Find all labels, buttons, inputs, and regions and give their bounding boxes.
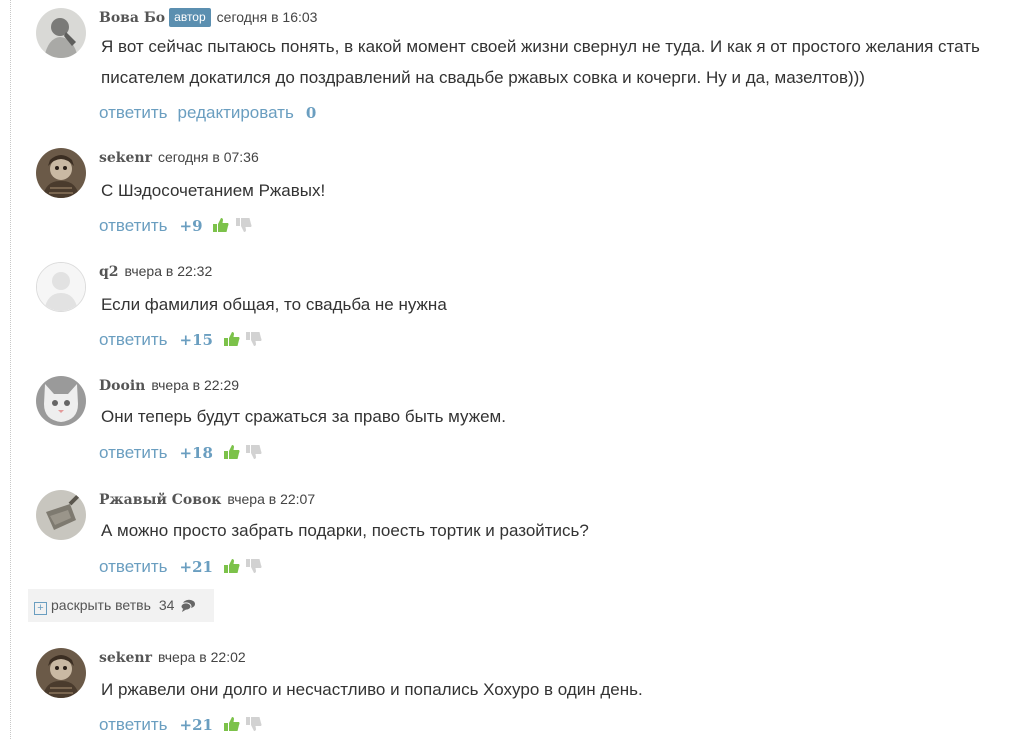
expand-thread-label: раскрыть ветвь <box>51 597 151 613</box>
edit-link[interactable]: редактировать <box>178 103 294 122</box>
reply-link[interactable]: ответить <box>99 330 168 349</box>
comment-text: Я вот сейчас пытаюсь понять, в какой мом… <box>101 37 980 87</box>
comment-time[interactable]: вчера в 22:29 <box>151 377 239 393</box>
reply-link[interactable]: ответить <box>99 557 168 576</box>
thumbs-down-icon[interactable] <box>246 716 262 738</box>
comment-actions: ответить +21 <box>99 556 262 580</box>
comment-header: Вова Бо автор сегодня в 16:03 <box>99 8 317 27</box>
avatar[interactable] <box>36 8 86 58</box>
comment-actions: ответить редактировать 0 <box>99 102 316 124</box>
comment-text: И ржавели они долго и несчастливо и попа… <box>101 680 643 699</box>
comment-time[interactable]: вчера в 22:32 <box>125 263 213 279</box>
plus-icon: + <box>34 602 47 615</box>
rating: +21 <box>179 716 213 734</box>
comment-header: Ржавый Совок вчера в 22:07 <box>99 490 315 509</box>
author-nick[interactable]: q2 <box>99 264 119 280</box>
comment-actions: ответить +9 <box>99 215 252 239</box>
comment-header: sekenr сегодня в 07:36 <box>99 148 259 167</box>
thumbs-down-icon[interactable] <box>246 444 262 466</box>
comment-time[interactable]: вчера в 22:07 <box>227 491 315 507</box>
reply-link[interactable]: ответить <box>99 216 168 235</box>
comment-text: Они теперь будут сражаться за право быть… <box>101 407 506 426</box>
author-badge: автор <box>169 8 211 27</box>
comment-text: Если фамилия общая, то свадьба не нужна <box>101 295 447 314</box>
expand-thread-button[interactable]: + раскрыть ветвь 34 <box>28 589 214 622</box>
comment-header: Dooin вчера в 22:29 <box>99 376 239 395</box>
avatar[interactable] <box>36 490 86 540</box>
thumbs-down-icon[interactable] <box>236 217 252 239</box>
comment-text: С Шэдосочетанием Ржавых! <box>101 181 326 200</box>
author-nick[interactable]: sekenr <box>99 150 152 166</box>
comment-text: А можно просто забрать подарки, поесть т… <box>101 521 589 540</box>
comment-actions: ответить +18 <box>99 442 262 466</box>
rating: +15 <box>179 331 213 349</box>
reply-link[interactable]: ответить <box>99 715 168 734</box>
thumbs-up-icon[interactable] <box>223 716 240 738</box>
rating: 0 <box>305 104 317 122</box>
comment-actions: ответить +15 <box>99 329 262 353</box>
avatar[interactable] <box>36 148 86 198</box>
author-nick[interactable]: sekenr <box>99 650 152 666</box>
comment-time[interactable]: сегодня в 07:36 <box>158 149 259 165</box>
comment-header: sekenr вчера в 22:02 <box>99 648 246 667</box>
thread-line <box>10 0 11 739</box>
reply-count: 34 <box>158 597 175 613</box>
thumbs-up-icon[interactable] <box>213 217 229 239</box>
author-nick[interactable]: Ржавый Совок <box>99 492 221 508</box>
rating: +21 <box>179 558 213 576</box>
thumbs-down-icon[interactable] <box>246 331 262 353</box>
comment-actions: ответить +21 <box>99 714 262 738</box>
avatar[interactable] <box>36 648 86 698</box>
thumbs-up-icon[interactable] <box>223 444 240 466</box>
comment-time[interactable]: вчера в 22:02 <box>158 649 246 665</box>
author-nick[interactable]: Dooin <box>99 378 145 394</box>
thumbs-up-icon[interactable] <box>223 558 240 580</box>
avatar[interactable] <box>36 376 86 426</box>
rating: +18 <box>179 444 213 462</box>
thumbs-up-icon[interactable] <box>223 331 240 353</box>
comment-header: q2 вчера в 22:32 <box>99 262 212 281</box>
comment-time[interactable]: сегодня в 16:03 <box>217 9 318 25</box>
rating: +9 <box>179 217 203 235</box>
reply-link[interactable]: ответить <box>99 103 168 122</box>
thumbs-down-icon[interactable] <box>246 558 262 580</box>
reply-link[interactable]: ответить <box>99 443 168 462</box>
author-nick[interactable]: Вова Бо <box>99 10 165 26</box>
comment-bubble-icon <box>180 591 196 624</box>
avatar[interactable] <box>36 262 86 312</box>
